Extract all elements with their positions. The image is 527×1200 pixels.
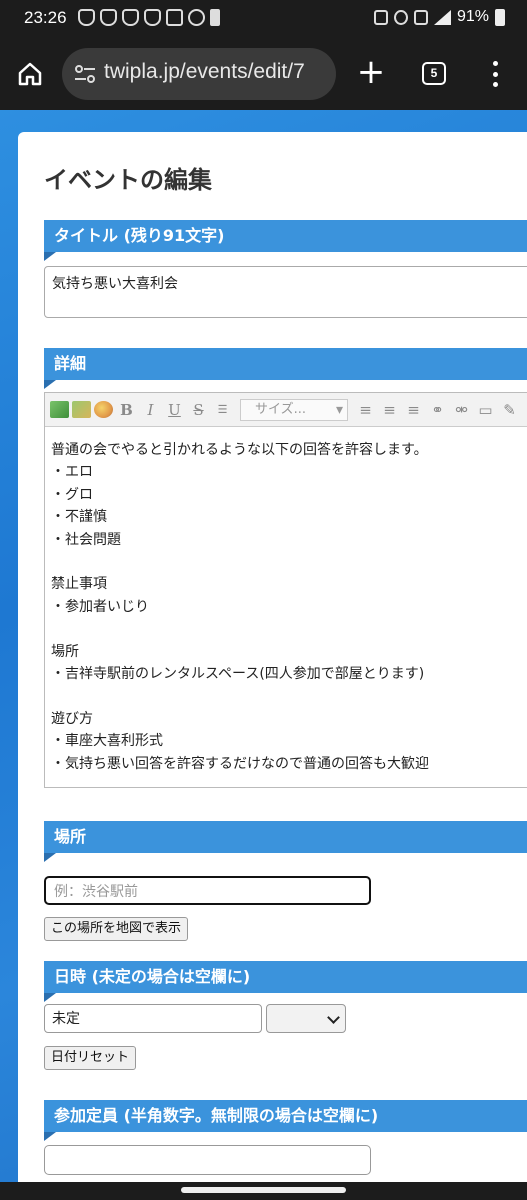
align-center-icon[interactable]: ≡ bbox=[379, 399, 400, 420]
details-text[interactable]: 普通の会でやると引かれるような以下の回答を許容します。 ・エロ ・グロ ・不謹慎… bbox=[45, 427, 527, 787]
title-input[interactable]: 気持ち悪い大喜利会 bbox=[44, 266, 527, 318]
mute-icon bbox=[373, 9, 388, 25]
battery-saver-icon bbox=[210, 9, 220, 26]
underline-icon[interactable]: U bbox=[164, 399, 185, 420]
alarm-icon bbox=[188, 9, 205, 26]
horizontal-rule-icon[interactable]: ☰ bbox=[212, 399, 233, 420]
bold-icon[interactable]: B bbox=[116, 399, 137, 420]
place-section-header: 場所 bbox=[44, 821, 527, 862]
time-select[interactable] bbox=[266, 1004, 346, 1033]
edit-image-icon[interactable] bbox=[72, 401, 91, 418]
capacity-input[interactable] bbox=[44, 1145, 371, 1175]
color-palette-icon[interactable] bbox=[94, 401, 113, 418]
strikethrough-icon[interactable]: S bbox=[188, 399, 209, 420]
ge-icon bbox=[166, 9, 183, 26]
status-bar: 23:26 91% bbox=[0, 0, 527, 38]
alarm-icon bbox=[393, 9, 408, 25]
home-gesture-handle[interactable] bbox=[181, 1187, 346, 1193]
tab-switcher-button[interactable]: 5 bbox=[422, 62, 446, 85]
place-input[interactable]: 例：渋谷駅前 bbox=[44, 876, 371, 905]
battery-icon bbox=[495, 8, 505, 26]
notification-icons bbox=[78, 9, 220, 26]
font-size-select[interactable]: サイズ... bbox=[240, 398, 348, 421]
details-section-header: 詳細 bbox=[44, 348, 527, 389]
html-icon[interactable]: ▭ bbox=[475, 399, 496, 420]
new-tab-button[interactable]: + bbox=[356, 55, 386, 90]
browser-toolbar: twipla.jp/events/edit/7 + 5 bbox=[0, 38, 527, 110]
site-settings-icon[interactable] bbox=[74, 65, 96, 83]
url-text[interactable]: twipla.jp/events/edit/7 bbox=[104, 60, 305, 84]
insert-image-icon[interactable] bbox=[50, 401, 69, 418]
more-menu-button[interactable] bbox=[490, 61, 500, 87]
rich-text-editor: B I U S ☰ サイズ... ≡ ≡ ≡ ⚭ ⚮ ▭ ✎ 普通の会でやると引… bbox=[44, 392, 527, 788]
date-section-header: 日時 (未定の場合は空欄に) bbox=[44, 961, 527, 1002]
page-background: イベントの編集 タイトル (残り91文字) 気持ち悪い大喜利会 詳細 B I U… bbox=[0, 110, 527, 1182]
page-title: イベントの編集 bbox=[44, 166, 212, 194]
edit-form-card: イベントの編集 タイトル (残り91文字) 気持ち悪い大喜利会 詳細 B I U… bbox=[18, 132, 527, 1182]
shield-icon bbox=[144, 9, 161, 26]
battery-percent: 91% bbox=[456, 8, 489, 25]
align-right-icon[interactable]: ≡ bbox=[403, 399, 424, 420]
4g-icon bbox=[413, 9, 428, 25]
date-input[interactable]: 未定 bbox=[44, 1004, 262, 1033]
unlink-icon[interactable]: ⚮ bbox=[451, 399, 472, 420]
show-map-button[interactable]: この場所を地図で表示 bbox=[44, 917, 189, 941]
more-icon[interactable]: ✎ bbox=[499, 399, 520, 420]
address-bar[interactable]: twipla.jp/events/edit/7 bbox=[62, 48, 336, 100]
date-reset-button[interactable]: 日付リセット bbox=[44, 1046, 137, 1070]
status-time: 23:26 bbox=[24, 8, 67, 27]
shield-icon bbox=[122, 9, 139, 26]
capacity-section-header: 参加定員 (半角数字。無制限の場合は空欄に) bbox=[44, 1100, 527, 1141]
editor-toolbar: B I U S ☰ サイズ... ≡ ≡ ≡ ⚭ ⚮ ▭ ✎ bbox=[45, 393, 527, 427]
signal-icon bbox=[433, 9, 451, 25]
shield-icon bbox=[100, 9, 117, 26]
system-icons: 91% bbox=[373, 8, 505, 26]
gesture-nav-bar bbox=[0, 1182, 527, 1200]
title-section-header: タイトル (残り91文字) bbox=[44, 220, 527, 261]
align-left-icon[interactable]: ≡ bbox=[355, 399, 376, 420]
italic-icon[interactable]: I bbox=[140, 399, 161, 420]
shield-icon bbox=[78, 9, 95, 26]
home-icon[interactable] bbox=[17, 62, 43, 86]
link-icon[interactable]: ⚭ bbox=[427, 399, 448, 420]
